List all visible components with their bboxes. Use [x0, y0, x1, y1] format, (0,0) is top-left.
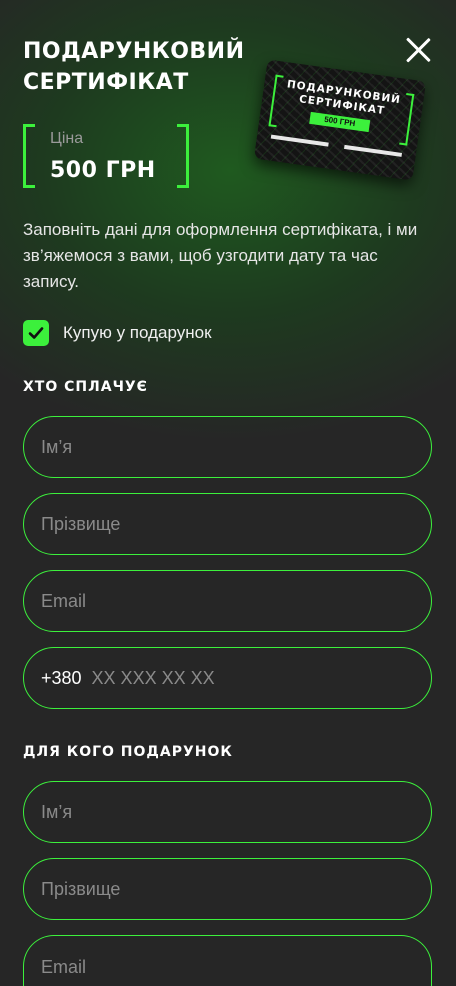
card-line — [270, 134, 329, 147]
right-bracket — [177, 124, 189, 188]
certificate-card-image: ПОДАРУНКОВИЙ СЕРТИФІКАТ 500 ГРН — [248, 59, 428, 182]
payer-heading: ХТО СПЛАЧУЄ — [23, 379, 148, 395]
certificate-card: ПОДАРУНКОВИЙ СЕРТИФІКАТ 500 ГРН — [253, 59, 427, 181]
payer-phone-input[interactable] — [91, 667, 431, 689]
payer-name-input[interactable] — [41, 436, 431, 458]
recipient-email-input[interactable] — [41, 956, 431, 978]
gift-checkbox-row[interactable]: Купую у подарунок — [23, 320, 212, 346]
left-bracket — [23, 124, 35, 188]
price-value: 500 ГРН — [50, 158, 156, 183]
payer-name-field[interactable] — [23, 416, 432, 478]
payer-email-field[interactable] — [23, 570, 432, 632]
payer-phone-field[interactable]: +380 — [23, 647, 432, 709]
payer-surname-field[interactable] — [23, 493, 432, 555]
card-line — [344, 144, 403, 157]
price-box: Ціна 500 ГРН — [23, 124, 189, 188]
recipient-name-input[interactable] — [41, 801, 431, 823]
close-icon[interactable] — [404, 36, 432, 64]
recipient-email-field[interactable] — [23, 935, 432, 986]
checkmark-icon — [28, 327, 44, 339]
recipient-surname-field[interactable] — [23, 858, 432, 920]
gift-checkbox-label: Купую у подарунок — [63, 323, 212, 342]
phone-prefix: +380 — [41, 667, 82, 688]
recipient-name-field[interactable] — [23, 781, 432, 843]
payer-surname-input[interactable] — [41, 513, 431, 535]
recipient-heading: ДЛЯ КОГО ПОДАРУНОК — [23, 744, 233, 760]
page-title: ПОДАРУНКОВИЙ СЕРТИФІКАТ — [23, 39, 245, 95]
price-label: Ціна — [50, 130, 84, 147]
form-description: Заповніть дані для оформлення сертифікат… — [23, 220, 418, 291]
gift-checkbox[interactable] — [23, 320, 49, 346]
recipient-surname-input[interactable] — [41, 878, 431, 900]
payer-email-input[interactable] — [41, 590, 431, 612]
